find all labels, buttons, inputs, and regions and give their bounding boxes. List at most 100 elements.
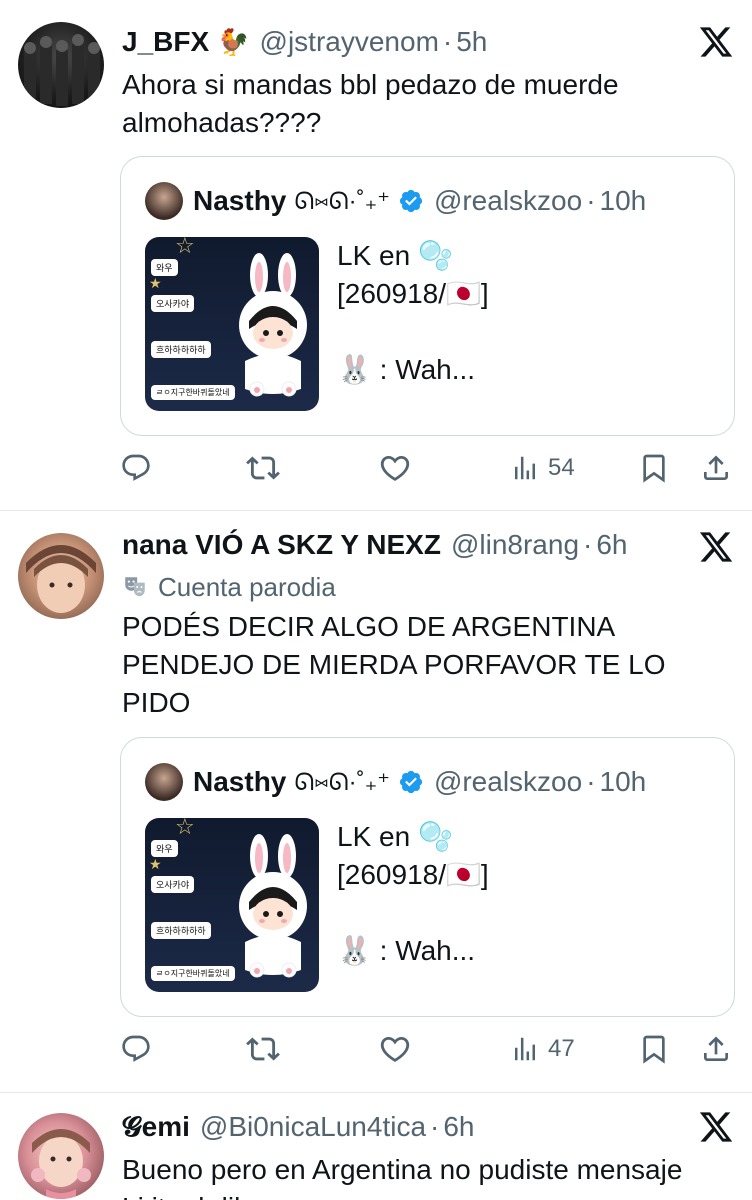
bunny-character-illustration <box>239 253 307 397</box>
like-icon <box>380 1036 410 1062</box>
quote-avatar <box>145 763 183 801</box>
text-line: Bueno pero en Argentina no pudiste mensa… <box>122 1154 683 1185</box>
quote-media-image[interactable]: ☆ ★ 와우 오사카야 흐하하하하하 ㄹㅇ지구한바퀴돌았네 <box>145 818 319 992</box>
share-icon <box>704 455 728 480</box>
reply-icon <box>122 1035 150 1062</box>
chat-bubble: 흐하하하하하 <box>151 341 211 358</box>
views-button[interactable]: 47 <box>510 1029 575 1069</box>
bookmark-button[interactable] <box>638 448 670 488</box>
x-logo-icon <box>699 532 733 562</box>
quote-timestamp: 10h <box>599 766 647 797</box>
action-bar: 47 <box>120 1029 735 1069</box>
text-line: Ahora si mandas bbl pedazo de muerde <box>122 69 619 100</box>
retweet-button[interactable] <box>246 448 280 488</box>
quote-name-kaomoji: ᘏ⑅ᘏ·˚₊⁺ <box>294 187 390 215</box>
separator-dot: · <box>442 26 453 57</box>
display-name[interactable]: nana VIÓ A SKZ Y NEXZ <box>122 529 441 561</box>
star-decoration: ★ <box>149 275 162 291</box>
verified-badge-icon <box>399 189 423 213</box>
separator-dot: · <box>586 766 596 797</box>
avatar[interactable] <box>18 22 104 108</box>
quote-header: Nasthy ᘏ⑅ᘏ·˚₊⁺ @realskzoo · 10h <box>145 762 646 802</box>
tweet-header: 𝓖emi @Bi0nicaLun4tica · 6h <box>122 1107 475 1147</box>
quote-handle: @realskzoo <box>433 766 583 797</box>
tweet-text: Bueno pero en Argentina no pudiste mensa… <box>122 1151 732 1200</box>
display-name[interactable]: 𝓖emi <box>122 1111 190 1144</box>
x-logo-icon <box>699 1112 733 1142</box>
tweet-text: PODÉS DECIR ALGO DE ARGENTINA PENDEJO DE… <box>122 608 732 722</box>
timestamp[interactable]: 6h <box>596 529 627 561</box>
quote-header: Nasthy ᘏ⑅ᘏ·˚₊⁺ @realskzoo · 10h <box>145 181 646 221</box>
avatar[interactable] <box>18 1113 104 1199</box>
text-line: PIDO <box>122 687 191 718</box>
text-line: [260918/🇯🇵] <box>337 278 489 309</box>
timestamp[interactable]: 6h <box>443 1111 474 1143</box>
like-button[interactable] <box>378 448 412 488</box>
quote-display-name: Nasthy <box>193 766 287 797</box>
user-handle[interactable]: @Bi0nicaLun4tica <box>200 1111 426 1143</box>
retweet-button[interactable] <box>246 1029 280 1069</box>
reply-button[interactable] <box>120 1029 152 1069</box>
avatar[interactable] <box>18 533 104 619</box>
text-line: LK en 🫧 <box>337 240 453 271</box>
quote-text: LK en 🫧 [260918/🇯🇵] 🐰 : Wah... <box>337 818 489 970</box>
quote-text: LK en 🫧 [260918/🇯🇵] 🐰 : Wah... <box>337 237 489 389</box>
text-line <box>337 313 489 351</box>
views-button[interactable]: 54 <box>510 448 575 488</box>
parody-label-text: Cuenta parodia <box>158 571 336 602</box>
text-line <box>337 894 489 932</box>
quote-display-name: Nasthy <box>193 185 287 216</box>
reply-icon <box>122 454 150 481</box>
quote-name-kaomoji: ᘏ⑅ᘏ·˚₊⁺ <box>294 768 390 796</box>
like-button[interactable] <box>378 1029 412 1069</box>
bookmark-icon <box>643 454 665 483</box>
bookmark-button[interactable] <box>638 1029 670 1069</box>
retweet-icon <box>246 1037 280 1061</box>
tweet-3[interactable]: 𝓖emi @Bi0nicaLun4tica · 6h Bueno pero en… <box>0 1093 752 1200</box>
user-handle[interactable]: @lin8rang <box>451 529 579 561</box>
name-emoji: 🐓 <box>217 26 250 57</box>
separator-dot: · <box>586 185 596 216</box>
text-line: PENDEJO DE MIERDA PORFAVOR TE LO <box>122 649 666 680</box>
user-handle[interactable]: @jstrayvenom <box>260 26 439 58</box>
star-decoration: ☆ <box>175 237 195 258</box>
share-button[interactable] <box>700 1029 732 1069</box>
tweet-header: nana VIÓ A SKZ Y NEXZ @lin8rang · 6h <box>122 525 628 565</box>
chat-bubble: 흐하하하하하 <box>151 922 211 939</box>
chat-bubble: ㄹㅇ지구한바퀴돌았네 <box>151 385 235 400</box>
x-logo-icon <box>699 27 733 57</box>
tweet-2[interactable]: nana VIÓ A SKZ Y NEXZ @lin8rang · 6h Cue… <box>0 511 752 1091</box>
star-decoration: ☆ <box>175 818 195 839</box>
chat-bubble: 와우 <box>151 840 178 857</box>
verified-badge-icon <box>399 770 423 794</box>
quote-timestamp: 10h <box>599 185 647 216</box>
retweet-icon <box>246 456 280 480</box>
quote-handle: @realskzoo <box>433 185 583 216</box>
parody-mask-icon <box>125 577 145 597</box>
chat-bubble: 오사카야 <box>151 876 195 893</box>
chat-bubble: ㄹㅇ지구한바퀴돌았네 <box>151 966 235 981</box>
reply-button[interactable] <box>120 448 152 488</box>
views-count: 54 <box>548 454 575 481</box>
quote-media-image[interactable]: ☆ ★ 와우 오사카야 흐하하하하하 ㄹㅇ지구한바퀴돌았네 <box>145 237 319 411</box>
tweet-1[interactable]: J_BFX 🐓 @jstrayvenom · 5h Ahora si manda… <box>0 0 752 510</box>
text-line: LK en 🫧 <box>337 821 453 852</box>
timestamp[interactable]: 5h <box>456 26 487 58</box>
action-bar: 54 <box>120 448 735 488</box>
views-count: 47 <box>548 1035 575 1062</box>
quoted-tweet[interactable]: Nasthy ᘏ⑅ᘏ·˚₊⁺ @realskzoo · 10h ☆ ★ 와우 오… <box>120 737 735 1017</box>
share-icon <box>704 1036 728 1061</box>
share-button[interactable] <box>700 448 732 488</box>
text-line: Li ita d dil <box>122 1189 732 1200</box>
quote-avatar <box>145 182 183 220</box>
separator-dot: · <box>430 1111 440 1142</box>
parody-label: Cuenta parodia <box>122 569 336 605</box>
like-icon <box>380 455 410 481</box>
text-line: [260918/🇯🇵] <box>337 859 489 890</box>
display-name[interactable]: J_BFX <box>122 26 209 58</box>
tweet-header: J_BFX 🐓 @jstrayvenom · 5h <box>122 22 487 62</box>
views-icon <box>515 456 535 480</box>
quoted-tweet[interactable]: Nasthy ᘏ⑅ᘏ·˚₊⁺ @realskzoo · 10h ☆ ★ 와우 오… <box>120 156 735 436</box>
text-line: 🐰 : Wah... <box>337 935 476 966</box>
separator-dot: · <box>583 529 593 560</box>
